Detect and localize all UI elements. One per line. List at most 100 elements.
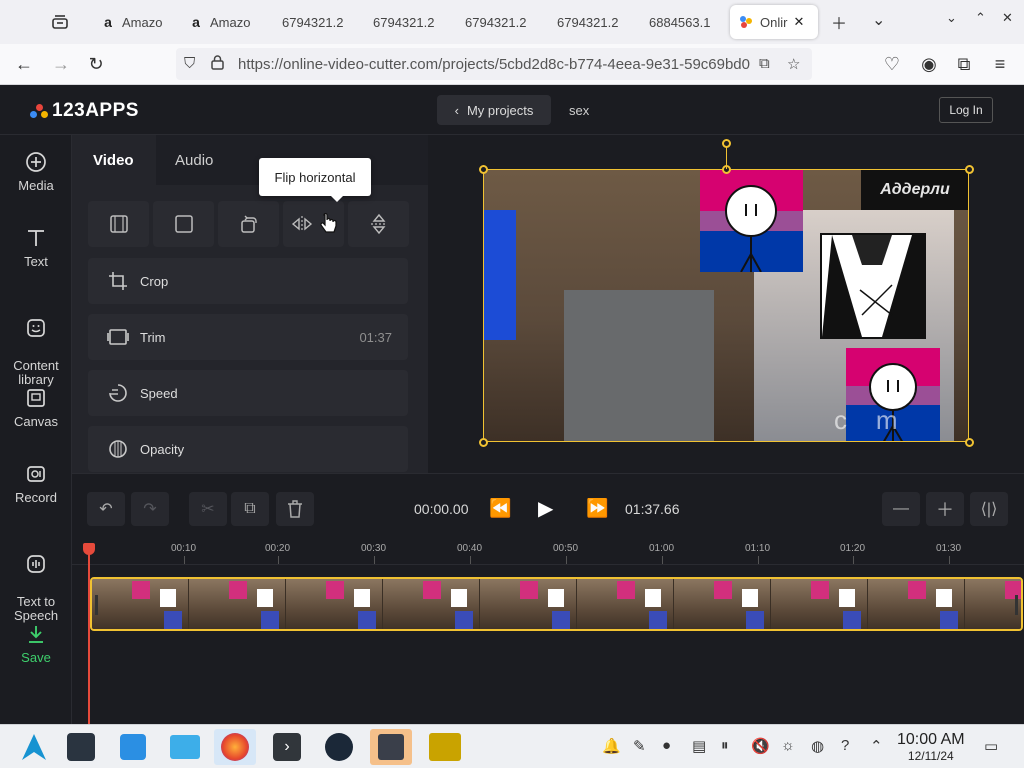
flip-horizontal-button[interactable] (283, 201, 344, 247)
status-circle-icon[interactable]: ● (662, 737, 671, 754)
video-app-icon[interactable] (370, 729, 412, 765)
settings-app-icon[interactable] (60, 729, 102, 765)
menu-icon[interactable]: ≡ (988, 54, 1012, 75)
rewind-icon[interactable]: ⏪ (489, 498, 511, 519)
browser-tab[interactable]: 6794321.2 (274, 5, 351, 39)
video-track-clip[interactable] (90, 577, 1023, 631)
banana-app-icon[interactable] (424, 729, 466, 765)
pocket-icon[interactable]: ♡ (880, 54, 904, 75)
minimize-icon[interactable]: ⌄ (946, 10, 957, 26)
resize-handle[interactable] (479, 438, 488, 447)
undo-button[interactable]: ↶ (87, 492, 125, 526)
notifications-icon[interactable]: 🔔 (602, 737, 621, 755)
store-app-icon[interactable] (112, 729, 154, 765)
video-frame[interactable]: Аддерли c m (483, 169, 969, 442)
rotate-button[interactable] (218, 201, 279, 247)
download-icon (29, 626, 43, 643)
resize-handle[interactable] (965, 165, 974, 174)
flip-vertical-button[interactable] (348, 201, 409, 247)
browser-tab-active[interactable]: Onlir ✕ (730, 5, 818, 39)
my-projects-button[interactable]: ‹ My projects (437, 95, 551, 125)
trim-handle-left[interactable] (95, 595, 98, 615)
show-desktop-icon[interactable]: ▭ (984, 737, 998, 755)
close-window-icon[interactable]: ✕ (1002, 10, 1013, 26)
sidebar-item-save[interactable]: Save (0, 623, 72, 665)
project-name[interactable]: sex (569, 103, 589, 118)
help-icon[interactable]: ? (841, 737, 849, 754)
rotate-handle[interactable] (722, 139, 731, 148)
system-clock[interactable]: 10:00 AM 12/11/24 (897, 731, 965, 763)
file-manager-icon[interactable] (164, 729, 206, 765)
playhead[interactable] (83, 543, 95, 724)
network-icon[interactable]: ◍ (811, 737, 824, 755)
zoom-in-button[interactable]: ＋ (926, 492, 964, 526)
speech-icon (27, 555, 45, 573)
redo-button[interactable]: ↷ (131, 492, 169, 526)
sticker-icon (27, 319, 45, 337)
resize-handle[interactable] (965, 438, 974, 447)
forward-icon[interactable]: → (49, 54, 73, 75)
steam-icon[interactable] (318, 729, 360, 765)
tab-audio[interactable]: Audio (175, 152, 213, 169)
app-logo[interactable]: 123APPS (30, 100, 139, 122)
url-bar[interactable]: ⛉ https://online-video-cutter.com/projec… (176, 48, 812, 80)
bi-flag-sticker (700, 170, 803, 272)
brightness-icon[interactable]: ☼ (781, 737, 795, 754)
fit-timeline-button[interactable]: ⟨|⟩ (970, 492, 1008, 526)
tab-video[interactable]: Video (93, 152, 134, 169)
maximize-icon[interactable]: ⌃ (975, 10, 986, 26)
opacity-icon (106, 437, 130, 461)
back-icon[interactable]: ← (12, 54, 36, 75)
sidebar-item-text[interactable]: Text (0, 227, 72, 269)
close-tab-icon[interactable]: ✕ (793, 14, 804, 30)
sidebar-item-canvas[interactable]: Canvas (0, 387, 72, 429)
transport-bar: ↶ ↷ ✂ ⧉ 00:00.00 ⏪ ▶ ⏩ 01:37.66 — ＋ ⟨|⟩ (72, 473, 1024, 543)
shield-icon[interactable]: ⛉ (184, 55, 195, 72)
list-all-tabs-icon[interactable] (44, 8, 76, 36)
browser-tab[interactable]: 6794321.2 (549, 5, 626, 39)
browser-tab[interactable]: 6794321.2 (365, 5, 442, 39)
new-tab-icon[interactable]: ＋ (831, 10, 847, 34)
tray-expand-icon[interactable]: ⌃ (870, 737, 883, 755)
browser-tab[interactable]: a Amazo (92, 5, 170, 39)
account-icon[interactable]: ◉ (917, 54, 941, 75)
bookmark-star-icon[interactable]: ☆ (787, 55, 800, 73)
timeline-ruler[interactable]: 00:10 00:20 00:30 00:40 00:50 01:00 01:1… (72, 543, 1024, 565)
sidebar-item-text-to-speech[interactable]: Text to Speech (0, 539, 72, 623)
volume-muted-icon[interactable]: 🔇 (751, 737, 770, 755)
zoom-out-button[interactable]: — (882, 492, 920, 526)
sidebar-item-media[interactable]: Media (0, 151, 72, 193)
play-icon[interactable]: ▶ (538, 496, 553, 521)
delete-button[interactable] (276, 492, 314, 526)
login-button[interactable]: Log In (939, 97, 993, 123)
duplicate-button[interactable]: ⧉ (231, 492, 269, 526)
browser-tab[interactable]: 6884563.1 (641, 5, 718, 39)
split-button[interactable]: ✂ (189, 492, 227, 526)
plus-icon: ＋ (936, 500, 954, 520)
browser-tab[interactable]: a Amazo (180, 5, 258, 39)
aspect-fill-button[interactable] (153, 201, 214, 247)
media-pause-icon[interactable]: ⏸ (721, 737, 729, 754)
fast-forward-icon[interactable]: ⏩ (586, 498, 608, 519)
reload-icon[interactable]: ↻ (84, 54, 108, 75)
speed-row[interactable]: Speed (88, 370, 408, 416)
tab-overflow-icon[interactable]: ⌄ (872, 10, 885, 30)
browser-tab[interactable]: 6794321.2 (457, 5, 534, 39)
clipboard-icon[interactable]: ▤ (692, 737, 706, 755)
start-menu-icon[interactable] (13, 729, 55, 765)
sidebar-item-record[interactable]: Record (0, 463, 72, 505)
firefox-icon[interactable] (214, 729, 256, 765)
extensions-icon[interactable]: ⧉ (952, 54, 976, 75)
picture-in-picture-icon[interactable]: ⧉ (759, 55, 770, 72)
trim-row[interactable]: Trim 01:37 (88, 314, 408, 360)
crop-row[interactable]: Crop (88, 258, 408, 304)
url-text[interactable]: https://online-video-cutter.com/projects… (238, 56, 750, 73)
resize-handle[interactable] (479, 165, 488, 174)
lock-icon[interactable] (211, 55, 224, 74)
aspect-fit-button[interactable] (88, 201, 149, 247)
pen-tablet-icon[interactable]: ✎ (633, 737, 646, 755)
terminal-icon[interactable]: › (266, 729, 308, 765)
trim-handle-right[interactable] (1015, 595, 1018, 615)
sidebar-item-content-library[interactable]: Content library (0, 303, 72, 387)
opacity-row[interactable]: Opacity (88, 426, 408, 472)
